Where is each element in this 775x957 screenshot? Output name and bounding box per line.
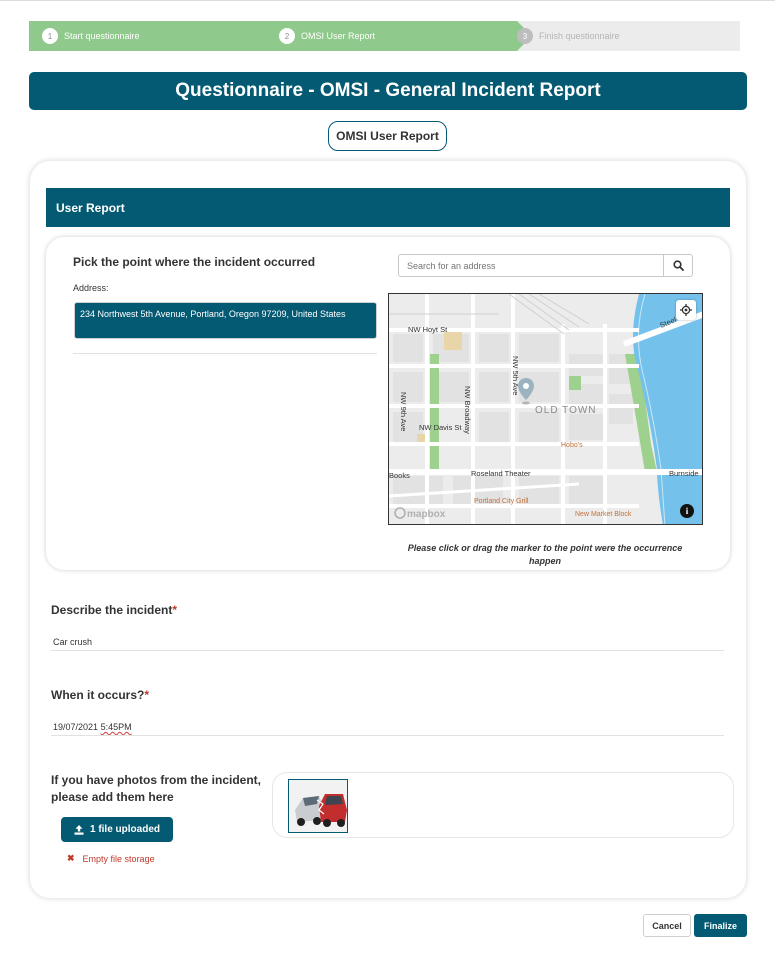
progress-stepper: 1 Start questionnaire 2 OMSI User Report… (29, 21, 740, 51)
address-divider (73, 353, 377, 354)
describe-incident-label: Describe the incident* (51, 603, 177, 617)
section-tab-omsi-user-report[interactable]: OMSI User Report (328, 121, 447, 151)
mapbox-logo-text: mapbox (407, 509, 446, 520)
finalize-button[interactable]: Finalize (694, 914, 747, 937)
error-x-icon: ✖ (67, 853, 75, 863)
uploaded-photo-thumbnail[interactable] (288, 779, 348, 833)
step-label: Start questionnaire (64, 31, 140, 41)
map-label-burnside: Burnside (669, 469, 699, 478)
map-label-broadway: NW Broadway (463, 386, 472, 434)
map-label-old-town: OLD TOWN (535, 405, 597, 416)
step-label: OMSI User Report (301, 31, 376, 41)
page-title: Questionnaire - OMSI - General Incident … (29, 72, 747, 110)
step-finish-questionnaire[interactable]: 3 Finish questionnaire (517, 21, 620, 51)
describe-incident-underline (51, 650, 724, 651)
cancel-button[interactable]: Cancel (643, 914, 691, 937)
location-heading: Pick the point where the incident occurr… (73, 255, 316, 269)
map-label-davis: NW Davis St (419, 423, 462, 432)
map-label-hoyt: NW Hoyt St (408, 325, 448, 334)
step-number: 1 (42, 28, 58, 44)
upload-button-label: 1 file uploaded (89, 824, 160, 835)
map-label-portland-city-grill: Portland City Grill (474, 498, 529, 505)
describe-incident-input[interactable]: Car crush (53, 637, 92, 647)
when-occurs-label-text: When it occurs? (51, 688, 145, 702)
upload-photos-button[interactable]: 1 file uploaded (61, 817, 173, 842)
top-divider (0, 0, 775, 1)
required-mark: * (144, 688, 150, 702)
map-label-5th-ave: NW 5th Ave (511, 356, 520, 395)
crosshair-icon (680, 304, 692, 316)
map-label-new-market: New Market Block (575, 511, 632, 518)
info-icon[interactable]: i (680, 504, 694, 518)
address-value[interactable]: 234 Northwest 5th Avenue, Portland, Oreg… (74, 302, 377, 339)
required-mark: * (172, 603, 178, 617)
map-label-hobos: Hobo's (561, 442, 583, 449)
when-occurs-time: 5:45PM (100, 722, 132, 732)
map-label-roseland: Roseland Theater (471, 469, 531, 478)
upload-icon (74, 824, 84, 835)
file-storage-error: ✖ Empty file storage (67, 853, 155, 864)
step-number: 3 (517, 28, 533, 44)
report-section-header: User Report (46, 188, 730, 227)
file-storage-error-text: Empty file storage (82, 853, 155, 864)
when-occurs-date: 19/07/2021 (53, 722, 99, 732)
map-instruction: Please click or drag the marker to the p… (407, 543, 683, 566)
map-label-books: Books (389, 471, 410, 480)
when-occurs-input[interactable]: 19/07/2021 5:45PM (53, 722, 132, 732)
photos-label: If you have photos from the incident, pl… (51, 773, 262, 804)
address-search-button[interactable] (663, 254, 693, 277)
location-map[interactable]: NW Hoyt St NW 5th Ave NW Broadway NW 9th… (388, 293, 703, 525)
step-omsi-user-report[interactable]: 2 OMSI User Report (279, 21, 375, 51)
search-icon (672, 260, 684, 271)
address-label: Address: (73, 283, 109, 293)
when-occurs-underline (51, 735, 724, 736)
step-label: Finish questionnaire (539, 31, 620, 41)
map-label-9th-ave: NW 9th Ave (399, 392, 408, 431)
describe-incident-label-text: Describe the incident (51, 603, 173, 617)
address-search-input[interactable] (398, 254, 664, 277)
when-occurs-label: When it occurs?* (51, 688, 149, 702)
step-start-questionnaire[interactable]: 1 Start questionnaire (42, 21, 140, 51)
geolocate-button[interactable] (676, 300, 696, 320)
step-number: 2 (279, 28, 295, 44)
